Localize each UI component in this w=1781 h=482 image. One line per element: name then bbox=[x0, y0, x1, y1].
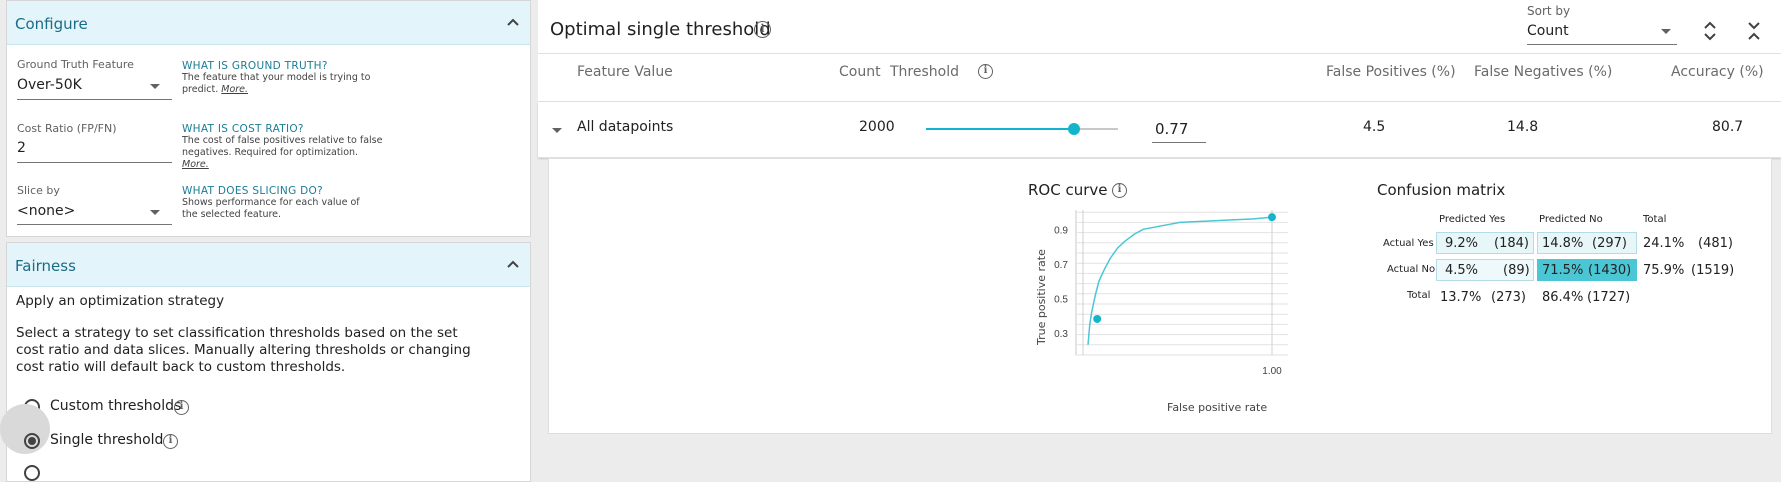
strategy-description: Select a strategy to set classification … bbox=[16, 325, 471, 375]
threshold-input-underline bbox=[1152, 142, 1206, 143]
cm-row-header: Actual Yes bbox=[1383, 238, 1434, 249]
slice-by-select[interactable]: <none> bbox=[17, 203, 75, 219]
configure-card: Configure Ground Truth Feature Over-50K … bbox=[6, 0, 531, 237]
info-icon[interactable]: i bbox=[754, 21, 771, 38]
cm-total: (1727) bbox=[1587, 290, 1631, 305]
ground-truth-help-title: WHAT IS GROUND TRUTH? bbox=[182, 60, 328, 72]
cost-ratio-help-text: The cost of false positives relative to … bbox=[182, 135, 383, 170]
roc-title: ROC curve bbox=[1028, 181, 1108, 199]
sort-by-underline bbox=[1527, 44, 1677, 45]
slice-by-help-title: WHAT DOES SLICING DO? bbox=[182, 185, 323, 197]
unfold-less-icon[interactable] bbox=[1746, 20, 1762, 42]
cm-total: (273) bbox=[1491, 290, 1526, 305]
threshold-input[interactable]: 0.77 bbox=[1155, 120, 1188, 138]
configure-title: Configure bbox=[15, 15, 88, 33]
cost-ratio-label: Cost Ratio (FP/FN) bbox=[17, 122, 117, 135]
cost-ratio-underline bbox=[17, 162, 172, 163]
chevron-up-icon[interactable] bbox=[504, 14, 522, 32]
results-header: Optimal single threshold i Sort by Count bbox=[538, 0, 1781, 54]
cm-col-header: Predicted Yes bbox=[1439, 214, 1506, 225]
info-icon[interactable]: i bbox=[163, 434, 178, 449]
configure-header[interactable]: Configure bbox=[7, 1, 530, 45]
roc-point bbox=[1268, 213, 1276, 222]
radio-label-custom: Custom thresholds bbox=[50, 398, 182, 414]
cost-ratio-more-link[interactable]: More. bbox=[182, 159, 209, 170]
expand-arrow-icon[interactable] bbox=[552, 128, 562, 133]
chevron-up-icon[interactable] bbox=[504, 256, 522, 274]
roc-chart: 0.9 0.7 0.5 0.3 1.00 bbox=[1054, 210, 1288, 377]
col-threshold[interactable]: Threshold bbox=[890, 64, 959, 80]
threshold-slider-fill bbox=[926, 128, 1074, 130]
fairness-card: Fairness Apply an optimization strategy … bbox=[0, 242, 531, 482]
roc-plot-frame bbox=[1075, 210, 1288, 356]
cm-total: 86.4% bbox=[1542, 290, 1584, 305]
confusion-title: Confusion matrix bbox=[1377, 181, 1506, 199]
cm-total: 75.9% bbox=[1643, 263, 1685, 278]
row-feature-value: All datapoints bbox=[577, 119, 674, 135]
ground-truth-underline bbox=[17, 99, 172, 100]
row-false-negatives: 14.8 bbox=[1507, 119, 1539, 135]
dropdown-arrow-icon[interactable] bbox=[150, 210, 160, 215]
cm-cell: 4.5% (89) bbox=[1436, 259, 1534, 281]
slice-by-help-text: Shows performance for each value of the … bbox=[182, 197, 360, 220]
roc-series-line bbox=[1087, 216, 1273, 345]
roc-xlabel: False positive rate bbox=[1167, 401, 1268, 414]
ground-truth-label: Ground Truth Feature bbox=[17, 58, 134, 71]
col-count[interactable]: Count bbox=[839, 64, 881, 80]
ground-truth-help-text: The feature that your model is trying to… bbox=[182, 72, 371, 95]
cm-cell: 14.8% (297) bbox=[1537, 232, 1637, 254]
results-title: Optimal single threshold bbox=[550, 19, 771, 40]
roc-ytick-label: 0.5 bbox=[1054, 294, 1068, 305]
cm-total: (1519) bbox=[1691, 263, 1735, 278]
roc-ytick-label: 0.7 bbox=[1054, 260, 1068, 271]
roc-ytick-label: 0.9 bbox=[1054, 225, 1068, 236]
dropdown-arrow-icon[interactable] bbox=[1661, 29, 1671, 34]
fairness-header[interactable]: Fairness bbox=[7, 243, 530, 287]
cm-total: 24.1% bbox=[1643, 236, 1685, 251]
row-count: 2000 bbox=[859, 119, 895, 135]
cm-total: 13.7% bbox=[1440, 290, 1482, 305]
unfold-more-icon[interactable] bbox=[1702, 20, 1718, 42]
slice-by-underline bbox=[17, 224, 172, 225]
results-panel: Optimal single threshold i Sort by Count… bbox=[538, 0, 1781, 468]
cost-ratio-input[interactable]: 2 bbox=[17, 140, 26, 156]
dropdown-arrow-icon[interactable] bbox=[150, 84, 160, 89]
roc-ylabel: True positive rate bbox=[1035, 249, 1048, 345]
cm-col-header: Predicted No bbox=[1539, 214, 1603, 225]
cm-row-header: Total bbox=[1407, 290, 1431, 301]
info-icon[interactable]: i bbox=[1112, 183, 1127, 198]
col-false-negatives[interactable]: False Negatives (%) bbox=[1474, 64, 1612, 80]
roc-point bbox=[1093, 314, 1102, 323]
roc-ytick-label: 0.3 bbox=[1054, 329, 1068, 340]
cm-cell: 71.5% (1430) bbox=[1537, 259, 1637, 281]
cm-total: (481) bbox=[1698, 236, 1733, 251]
fairness-title: Fairness bbox=[15, 257, 76, 275]
cm-row-header: Actual No bbox=[1387, 264, 1436, 275]
col-accuracy[interactable]: Accuracy (%) bbox=[1671, 64, 1764, 80]
col-false-positives[interactable]: False Positives (%) bbox=[1326, 64, 1456, 80]
ground-truth-more-link[interactable]: More. bbox=[221, 84, 248, 95]
info-icon[interactable]: i bbox=[978, 64, 993, 79]
cm-cell: 9.2% (184) bbox=[1436, 232, 1534, 254]
threshold-slider-handle[interactable] bbox=[1068, 123, 1080, 135]
sort-by-label: Sort by bbox=[1527, 4, 1571, 18]
ground-truth-select[interactable]: Over-50K bbox=[17, 77, 82, 93]
radio-focus-ripple bbox=[0, 404, 50, 454]
row-false-positives: 4.5 bbox=[1363, 119, 1386, 135]
strategy-heading: Apply an optimization strategy bbox=[16, 293, 225, 309]
radio-next-partial[interactable] bbox=[24, 465, 40, 481]
col-feature-value[interactable]: Feature Value bbox=[577, 64, 673, 80]
sort-by-select[interactable]: Count bbox=[1527, 23, 1569, 39]
cm-col-header: Total bbox=[1643, 214, 1667, 225]
roc-xtick-label: 1.00 bbox=[1262, 366, 1282, 377]
slice-by-label: Slice by bbox=[17, 184, 60, 197]
left-panel: Configure Ground Truth Feature Over-50K … bbox=[0, 0, 538, 482]
cost-ratio-help-title: WHAT IS COST RATIO? bbox=[182, 123, 304, 135]
radio-button-single[interactable] bbox=[24, 433, 40, 449]
row-accuracy: 80.7 bbox=[1712, 119, 1744, 135]
info-icon[interactable]: i bbox=[174, 400, 189, 415]
radio-label-single: Single threshold bbox=[50, 432, 164, 448]
